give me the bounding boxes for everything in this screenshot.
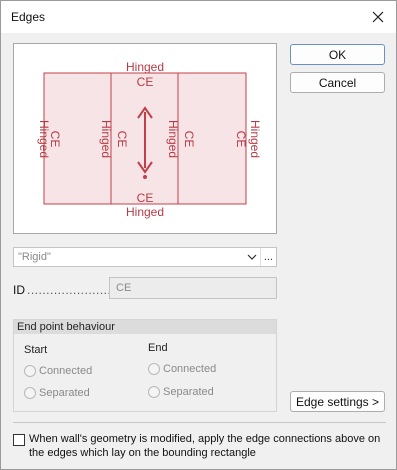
- id-label: ID: [13, 283, 25, 297]
- edge-settings-button[interactable]: Edge settings >: [290, 391, 385, 412]
- start-connected-radio[interactable]: Connected: [24, 365, 92, 377]
- start-separated-label: Separated: [39, 387, 90, 399]
- top-edge-type: Hinged: [126, 60, 164, 74]
- radio-icon: [148, 363, 160, 375]
- edges-dialog: Edges Hinged CE CE Hinged Hinged CE Hing…: [0, 0, 397, 470]
- end-connected-radio[interactable]: Connected: [148, 363, 216, 375]
- end-separated-radio[interactable]: Separated: [148, 386, 214, 398]
- edge-preview: Hinged CE CE Hinged Hinged CE Hinged CE …: [13, 43, 277, 234]
- apply-bounding-rectangle-checkbox[interactable]: When wall's geometry is modified, apply …: [13, 432, 388, 460]
- end-point-behaviour-group: End point behaviour Start Connected Sepa…: [13, 319, 277, 412]
- apply-bounding-rectangle-label: When wall's geometry is modified, apply …: [29, 433, 381, 459]
- mid-right-edge-code: CE: [182, 131, 196, 148]
- right-edge-type: Hinged: [248, 120, 262, 158]
- cancel-button[interactable]: Cancel: [290, 72, 385, 93]
- bottom-edge-code: CE: [137, 191, 154, 205]
- chevron-down-icon[interactable]: [244, 248, 260, 266]
- radio-icon: [24, 387, 36, 399]
- start-label: Start: [24, 344, 48, 356]
- id-leader-dots: ......................: [27, 283, 112, 297]
- right-edge-code: CE: [234, 131, 248, 148]
- footer-divider: [13, 422, 386, 423]
- edge-type-combo[interactable]: "Rigid" ...: [13, 247, 277, 267]
- close-button[interactable]: [366, 5, 390, 29]
- group-title: End point behaviour: [14, 320, 276, 334]
- mid-right-edge-type: Hinged: [166, 120, 180, 158]
- window-title: Edges: [11, 10, 46, 24]
- title-bar: Edges: [1, 1, 396, 33]
- mid-left-edge-code: CE: [115, 131, 129, 148]
- ok-button[interactable]: OK: [290, 44, 385, 65]
- top-edge-code: CE: [137, 75, 154, 89]
- radio-icon: [24, 365, 36, 377]
- end-separated-label: Separated: [163, 386, 214, 398]
- start-connected-label: Connected: [39, 365, 93, 377]
- bottom-edge-type: Hinged: [126, 205, 164, 219]
- checkbox-icon[interactable]: [13, 434, 25, 446]
- edge-type-value: "Rigid": [18, 251, 51, 263]
- more-button[interactable]: ...: [260, 248, 276, 266]
- id-field[interactable]: CE: [109, 277, 277, 299]
- end-connected-label: Connected: [163, 363, 217, 375]
- edge-preview-drawing: Hinged CE CE Hinged Hinged CE Hinged CE …: [37, 60, 262, 219]
- left-edge-code: CE: [48, 131, 62, 148]
- start-separated-radio[interactable]: Separated: [24, 387, 90, 399]
- close-icon: [372, 11, 384, 23]
- end-label: End: [148, 342, 168, 354]
- radio-icon: [148, 386, 160, 398]
- mid-left-edge-type: Hinged: [99, 120, 113, 158]
